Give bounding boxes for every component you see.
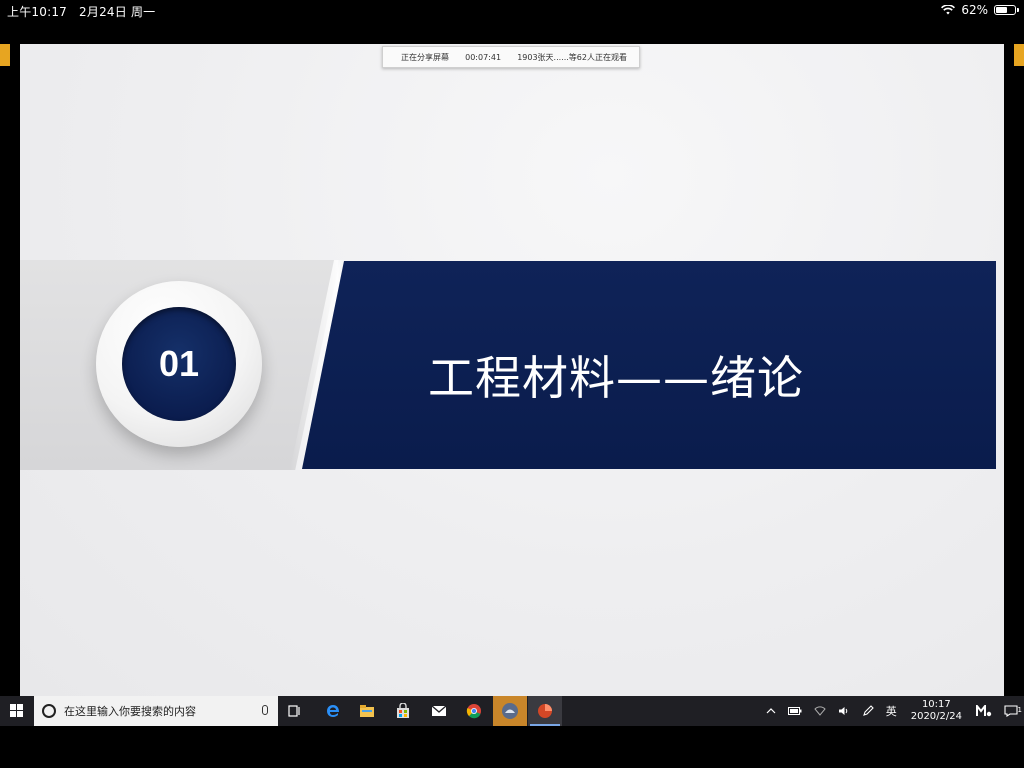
- windows-start-icon[interactable]: [10, 704, 24, 718]
- clock-date: 2020/2/24: [910, 711, 962, 722]
- status-right: 62%: [941, 3, 1019, 17]
- chrome-icon[interactable]: [457, 696, 491, 726]
- im-app-tray-icon[interactable]: [970, 705, 998, 717]
- taskbar-clock[interactable]: 10:17 2020/2/24: [903, 699, 970, 723]
- mail-icon[interactable]: [422, 696, 456, 726]
- frame-corner-top-right: [1014, 44, 1024, 66]
- share-timer: 00:07:41: [465, 52, 502, 62]
- battery-tray-icon[interactable]: [782, 707, 808, 715]
- share-status: 正在分享屏幕: [401, 52, 449, 62]
- powerpoint-icon[interactable]: [528, 696, 562, 726]
- volume-icon[interactable]: [832, 706, 856, 716]
- status-time: 上午10:17: [7, 5, 67, 19]
- network-icon[interactable]: [808, 706, 832, 716]
- taskbar-search-box[interactable]: 在这里输入你要搜索的内容: [34, 696, 278, 726]
- battery-fill: [996, 7, 1007, 13]
- ios-status-bar: 上午10:17 2月24日 周一 62%: [0, 0, 1024, 22]
- frame-corner-top-left: [0, 44, 10, 66]
- share-viewers: 1903张天......等62人正在观看: [517, 52, 627, 62]
- notification-count: 1: [1017, 706, 1022, 714]
- wifi-icon: [941, 5, 956, 15]
- file-explorer-icon[interactable]: [350, 696, 384, 726]
- task-view-icon[interactable]: [278, 696, 312, 726]
- system-tray: 英 10:17 2020/2/24 1: [760, 696, 1024, 726]
- store-icon[interactable]: [386, 696, 420, 726]
- screen-share-bar[interactable]: 正在分享屏幕 00:07:41 1903张天......等62人正在观看: [382, 46, 640, 68]
- slide-number: 01: [122, 307, 236, 421]
- status-date: 2月24日 周一: [79, 5, 156, 19]
- microphone-icon[interactable]: [262, 705, 268, 715]
- ipad-bottom-bezel: [0, 726, 1024, 768]
- slide-number-badge: 01: [96, 281, 262, 447]
- edge-browser-icon[interactable]: [316, 696, 350, 726]
- cortana-icon: [42, 704, 56, 718]
- battery-icon: [994, 5, 1019, 15]
- slide-title: 工程材料——绪论: [428, 351, 804, 405]
- search-placeholder: 在这里输入你要搜索的内容: [64, 705, 196, 718]
- windows-taskbar: 在这里输入你要搜索的内容 英 10:17 2020/2/24 1: [0, 696, 1024, 726]
- clock-time: 10:17: [921, 699, 951, 710]
- pen-icon[interactable]: [856, 705, 880, 717]
- battery-percent: 62%: [961, 3, 988, 17]
- shared-screen: 正在分享屏幕 00:07:41 1903张天......等62人正在观看 01 …: [20, 44, 1004, 696]
- action-center-icon[interactable]: 1: [998, 705, 1024, 717]
- meeting-app-icon[interactable]: [493, 696, 527, 726]
- status-time-date: 上午10:17 2月24日 周一: [7, 3, 155, 20]
- ime-language-indicator[interactable]: 英: [880, 703, 903, 719]
- show-hidden-icons-chevron-icon[interactable]: [760, 708, 782, 714]
